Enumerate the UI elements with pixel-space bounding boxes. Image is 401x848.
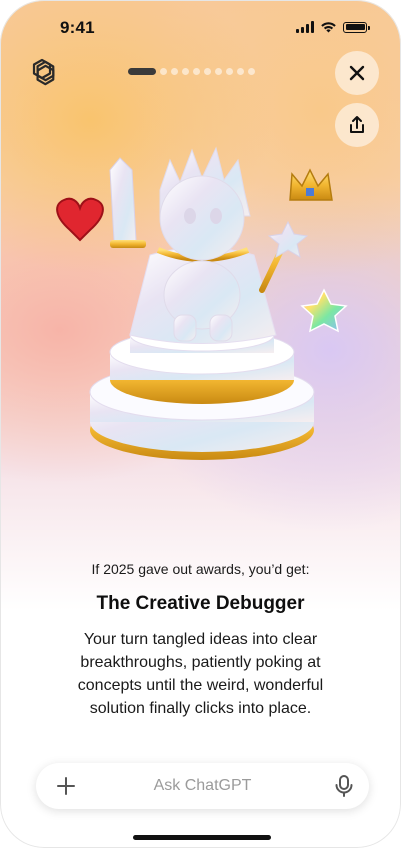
signal-icon bbox=[296, 21, 314, 33]
progress-dot bbox=[226, 68, 233, 75]
close-icon bbox=[349, 65, 365, 81]
progress-segment-active bbox=[128, 68, 156, 75]
ask-chatgpt-composer[interactable]: Ask ChatGPT bbox=[36, 763, 369, 809]
award-trophy-illustration bbox=[56, 146, 348, 460]
wifi-icon bbox=[321, 22, 336, 33]
progress-dot bbox=[248, 68, 255, 75]
progress-dot bbox=[182, 68, 189, 75]
progress-dot bbox=[204, 68, 211, 75]
microphone-icon[interactable] bbox=[333, 774, 355, 798]
progress-dot bbox=[215, 68, 222, 75]
story-progress-indicator bbox=[128, 68, 255, 75]
battery-icon bbox=[343, 21, 370, 33]
progress-dot bbox=[171, 68, 178, 75]
close-button[interactable] bbox=[335, 51, 379, 95]
award-title: The Creative Debugger bbox=[96, 593, 305, 614]
composer-placeholder[interactable]: Ask ChatGPT bbox=[36, 777, 369, 795]
openai-logo-icon[interactable] bbox=[25, 56, 59, 90]
progress-dot bbox=[237, 68, 244, 75]
phone-screen: 9:41 If 2025 gave out awards, you’d get:… bbox=[0, 0, 401, 848]
award-intro-text: If 2025 gave out awards, you’d get: bbox=[91, 561, 310, 577]
status-icons bbox=[296, 21, 370, 33]
status-bar: 9:41 bbox=[0, 0, 401, 54]
award-description: Your turn tangled ideas into clear break… bbox=[77, 631, 324, 717]
status-time: 9:41 bbox=[60, 18, 95, 37]
home-indicator bbox=[133, 835, 271, 840]
progress-dot bbox=[193, 68, 200, 75]
progress-dot bbox=[160, 68, 167, 75]
